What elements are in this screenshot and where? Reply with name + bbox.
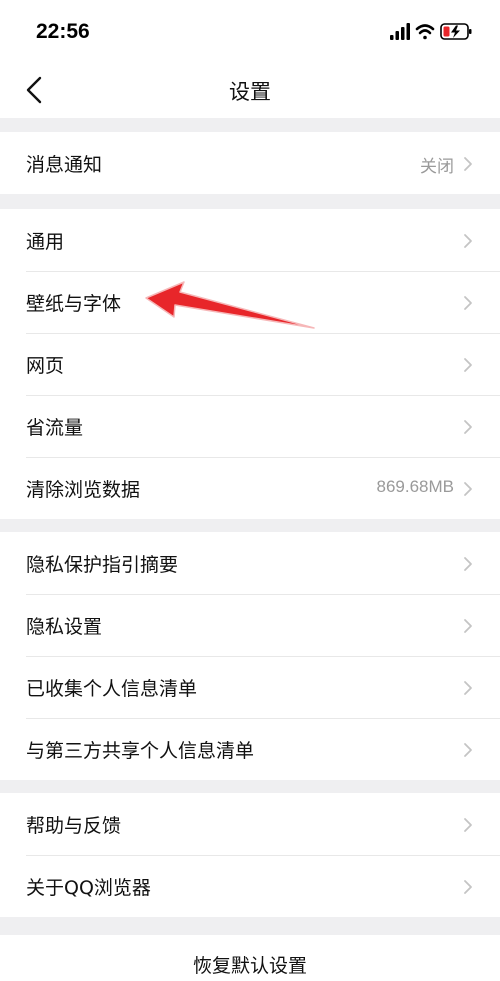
settings-row-about[interactable]: 关于QQ浏览器 bbox=[0, 855, 500, 917]
row-label: 隐私设置 bbox=[26, 616, 103, 638]
settings-row-third-party-sharing-list[interactable]: 与第三方共享个人信息清单 bbox=[0, 718, 500, 780]
chevron-right-icon bbox=[464, 296, 472, 310]
row-value: 869.68MB bbox=[376, 477, 455, 496]
row-label: 与第三方共享个人信息清单 bbox=[26, 740, 255, 762]
page-title: 设置 bbox=[229, 80, 271, 104]
nav-bar: 设置 bbox=[0, 62, 500, 118]
settings-row-help-feedback[interactable]: 帮助与反馈 bbox=[0, 793, 500, 855]
settings-row-general[interactable]: 通用 bbox=[0, 209, 500, 271]
row-value: 关闭 bbox=[420, 157, 454, 177]
row-label: 帮助与反馈 bbox=[26, 815, 122, 837]
settings-row-privacy-settings[interactable]: 隐私设置 bbox=[0, 594, 500, 656]
row-label: 消息通知 bbox=[26, 154, 103, 176]
settings-row-webpage[interactable]: 网页 bbox=[0, 333, 500, 395]
battery-icon bbox=[440, 23, 472, 40]
settings-row-collected-info-list[interactable]: 已收集个人信息清单 bbox=[0, 656, 500, 718]
chevron-right-icon bbox=[464, 157, 472, 171]
settings-row-wallpaper-font[interactable]: 壁纸与字体 bbox=[0, 271, 500, 333]
wifi-icon bbox=[415, 24, 435, 40]
settings-row-data-saver[interactable]: 省流量 bbox=[0, 395, 500, 457]
row-label: 已收集个人信息清单 bbox=[26, 678, 198, 700]
chevron-right-icon bbox=[464, 482, 472, 496]
chevron-right-icon bbox=[464, 880, 472, 894]
reset-defaults-label: 恢复默认设置 bbox=[192, 955, 307, 977]
status-bar: 22:56 bbox=[0, 0, 500, 62]
chevron-right-icon bbox=[464, 743, 472, 757]
row-label: 壁纸与字体 bbox=[26, 293, 122, 315]
settings-row-privacy-summary[interactable]: 隐私保护指引摘要 bbox=[0, 532, 500, 594]
chevron-right-icon bbox=[464, 818, 472, 832]
row-label: 关于QQ浏览器 bbox=[26, 877, 151, 899]
reset-defaults-button[interactable]: 恢复默认设置 bbox=[0, 935, 500, 981]
chevron-right-icon bbox=[464, 681, 472, 695]
chevron-right-icon bbox=[464, 619, 472, 633]
settings-group-notifications: 消息通知 关闭 bbox=[0, 132, 500, 194]
chevron-right-icon bbox=[464, 557, 472, 571]
settings-group-general: 通用 壁纸与字体 网页 省流量 清除浏览数据 869.68MB bbox=[0, 209, 500, 519]
settings-group-privacy: 隐私保护指引摘要 隐私设置 已收集个人信息清单 与第三方共享个人信息清单 bbox=[0, 532, 500, 780]
chevron-right-icon bbox=[464, 420, 472, 434]
settings-row-message-notification[interactable]: 消息通知 关闭 bbox=[0, 132, 500, 194]
status-icons bbox=[390, 23, 472, 40]
chevron-right-icon bbox=[464, 358, 472, 372]
status-time: 22:56 bbox=[36, 20, 90, 43]
chevron-right-icon bbox=[464, 234, 472, 248]
row-label: 省流量 bbox=[26, 417, 84, 439]
row-label: 网页 bbox=[26, 355, 65, 377]
row-label: 隐私保护指引摘要 bbox=[26, 554, 179, 576]
row-label: 清除浏览数据 bbox=[26, 479, 141, 501]
settings-group-help: 帮助与反馈 关于QQ浏览器 bbox=[0, 793, 500, 917]
settings-row-clear-browsing-data[interactable]: 清除浏览数据 869.68MB bbox=[0, 457, 500, 519]
row-label: 通用 bbox=[26, 231, 65, 253]
signal-icon bbox=[390, 23, 410, 40]
